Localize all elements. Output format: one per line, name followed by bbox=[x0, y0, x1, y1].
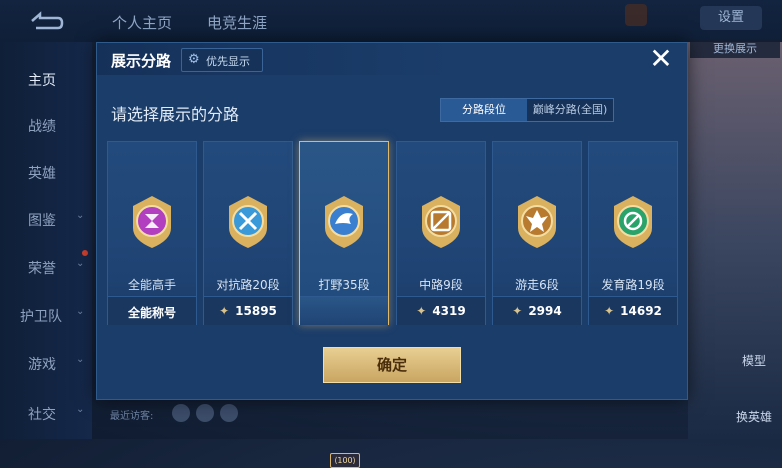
lane-points: ✦ 4319 bbox=[416, 304, 466, 318]
tab-esports-career[interactable]: 电竞生涯 bbox=[207, 12, 267, 33]
dialog-title: 展示分路 bbox=[111, 52, 172, 70]
notification-dot bbox=[82, 250, 88, 256]
chevron-down-icon: ⌄ bbox=[76, 210, 85, 221]
chevron-down-icon: ⌄ bbox=[76, 404, 85, 415]
clash-lane-emblem-icon bbox=[229, 196, 267, 248]
lane-footer: ✦ 4319 bbox=[397, 296, 485, 325]
lane-name: 发育路19段 bbox=[601, 278, 665, 292]
tab-group: 分路段位 巅峰分路(全国) bbox=[440, 98, 614, 122]
close-button[interactable]: ✕ bbox=[645, 43, 677, 75]
lane-card-roam[interactable]: 游走6段 ✦ 2994 bbox=[492, 141, 582, 325]
sidebar: 主页 战绩 英雄 图鉴 ⌄ 荣誉 ⌄ 护卫队 ⌄ 游戏 ⌄ 社交 ⌄ bbox=[0, 42, 92, 439]
lane-card-clash[interactable]: 对抗路20段 ✦ 15895 bbox=[203, 141, 293, 325]
lane-footer: ✦ 15895 bbox=[204, 296, 292, 325]
lane-name: 打野35段 bbox=[318, 278, 370, 292]
lane-card-allround[interactable]: 全能高手 全能称号 bbox=[107, 141, 197, 325]
avatar[interactable] bbox=[196, 404, 214, 422]
chevron-down-icon: ⌄ bbox=[76, 306, 85, 317]
mid-lane-emblem-icon bbox=[422, 196, 460, 248]
dialog-subtitle: 请选择展示的分路 bbox=[111, 105, 240, 124]
notification-icon[interactable] bbox=[625, 4, 647, 26]
points-icon: ✦ bbox=[512, 304, 523, 318]
points-icon: ✦ bbox=[219, 304, 230, 318]
lane-points: ✦ 2994 bbox=[512, 304, 562, 318]
hero-portrait bbox=[688, 42, 782, 439]
farm-lane-emblem-icon bbox=[614, 196, 652, 248]
lane-footer: 全能称号 bbox=[108, 296, 196, 325]
recent-visitors-label: 最近访客: bbox=[110, 411, 154, 422]
change-hero-label[interactable]: 换英雄 bbox=[736, 408, 772, 425]
lane-name: 全能高手 bbox=[127, 278, 176, 292]
chevron-down-icon: ⌄ bbox=[76, 354, 85, 365]
lane-name: 游走6段 bbox=[515, 278, 559, 292]
avatar[interactable] bbox=[172, 404, 190, 422]
avatar[interactable] bbox=[220, 404, 238, 422]
lane-points: ✦ 14692 bbox=[604, 304, 662, 318]
points-icon: ✦ bbox=[604, 304, 615, 318]
lane-card-farm[interactable]: 发育路19段 ✦ 14692 bbox=[588, 141, 678, 325]
allround-emblem-icon bbox=[133, 196, 171, 248]
lane-footer: ✦ 2994 bbox=[493, 296, 581, 325]
lane-name: 中路9段 bbox=[419, 278, 463, 292]
confirm-button[interactable]: 确定 bbox=[323, 347, 461, 383]
priority-display-button[interactable]: ⚙ 优先显示 bbox=[181, 48, 263, 72]
dialog-header: 展示分路 ⚙ 优先显示 ✕ bbox=[97, 43, 687, 75]
tab-lane-rank[interactable]: 分路段位 bbox=[441, 99, 527, 121]
chevron-down-icon: ⌄ bbox=[76, 258, 85, 269]
top-bar: 个人主页 电竞生涯 设置 bbox=[0, 0, 782, 42]
lane-title: 全能称号 bbox=[127, 306, 176, 320]
tab-peak-lane[interactable]: 巅峰分路(全国) bbox=[527, 99, 613, 121]
star-badge: ⟨100⟩ bbox=[330, 453, 360, 468]
points-icon: ✦ bbox=[416, 304, 427, 318]
lane-card-jungle[interactable]: 打野35段 ⟨100⟩ bbox=[299, 141, 389, 468]
gear-icon: ⚙ bbox=[188, 52, 200, 67]
lane-points: ✦ 15895 bbox=[219, 304, 277, 318]
lane-footer: ⟨100⟩ bbox=[300, 296, 388, 468]
model-label[interactable]: 模型 bbox=[742, 352, 766, 369]
tab-personal-home[interactable]: 个人主页 bbox=[112, 12, 172, 33]
lane-name: 对抗路20段 bbox=[216, 278, 280, 292]
lane-card-mid[interactable]: 中路9段 ✦ 4319 bbox=[396, 141, 486, 325]
settings-button[interactable]: 设置 bbox=[700, 6, 762, 30]
lane-footer: ✦ 14692 bbox=[589, 296, 677, 325]
jungle-emblem-icon bbox=[325, 196, 363, 248]
lane-display-dialog: 展示分路 ⚙ 优先显示 ✕ 请选择展示的分路 分路段位 巅峰分路(全国) 全能高… bbox=[96, 42, 688, 468]
roam-emblem-icon bbox=[518, 196, 556, 248]
back-icon[interactable] bbox=[22, 10, 66, 32]
change-display-button[interactable]: 更换展示 bbox=[690, 40, 780, 58]
